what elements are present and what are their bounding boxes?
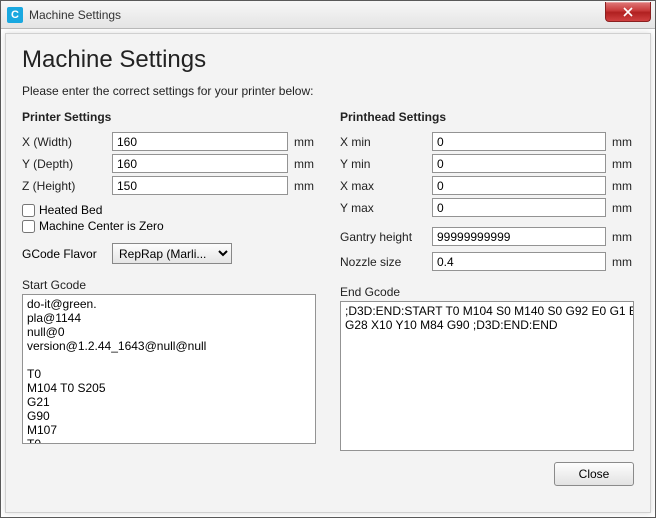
printer-settings-column: Printer Settings X (Width) mm Y (Depth) … bbox=[22, 110, 316, 454]
unit-mm: mm bbox=[288, 179, 316, 193]
unit-mm: mm bbox=[606, 179, 634, 193]
unit-mm: mm bbox=[606, 135, 634, 149]
center-zero-checkbox[interactable] bbox=[22, 220, 35, 233]
y-depth-label: Y (Depth) bbox=[22, 157, 112, 171]
instruction-text: Please enter the correct settings for yo… bbox=[22, 84, 634, 98]
end-gcode-label: End Gcode bbox=[340, 285, 634, 299]
close-icon bbox=[623, 7, 633, 17]
machine-settings-dialog: C Machine Settings Machine Settings Plea… bbox=[0, 0, 656, 518]
heated-bed-label: Heated Bed bbox=[39, 203, 102, 217]
ymax-input[interactable] bbox=[432, 198, 606, 217]
y-depth-input[interactable] bbox=[112, 154, 288, 173]
footer: Close bbox=[22, 454, 634, 486]
z-height-input[interactable] bbox=[112, 176, 288, 195]
page-heading: Machine Settings bbox=[22, 46, 634, 74]
printhead-settings-column: Printhead Settings X min mm Y min mm X m… bbox=[340, 110, 634, 454]
end-gcode-textarea[interactable] bbox=[340, 301, 634, 451]
gcode-flavor-label: GCode Flavor bbox=[22, 247, 112, 261]
unit-mm: mm bbox=[606, 157, 634, 171]
content-area: Machine Settings Please enter the correc… bbox=[5, 33, 651, 513]
xmin-input[interactable] bbox=[432, 132, 606, 151]
nozzle-size-label: Nozzle size bbox=[340, 255, 432, 269]
unit-mm: mm bbox=[288, 157, 316, 171]
unit-mm: mm bbox=[606, 230, 634, 244]
gantry-height-label: Gantry height bbox=[340, 230, 432, 244]
heated-bed-checkbox[interactable] bbox=[22, 204, 35, 217]
ymax-label: Y max bbox=[340, 201, 432, 215]
close-button[interactable]: Close bbox=[554, 462, 634, 486]
printhead-settings-header: Printhead Settings bbox=[340, 110, 634, 124]
ymin-label: Y min bbox=[340, 157, 432, 171]
x-width-label: X (Width) bbox=[22, 135, 112, 149]
unit-mm: mm bbox=[288, 135, 316, 149]
unit-mm: mm bbox=[606, 255, 634, 269]
z-height-label: Z (Height) bbox=[22, 179, 112, 193]
ymin-input[interactable] bbox=[432, 154, 606, 173]
center-zero-label: Machine Center is Zero bbox=[39, 219, 164, 233]
window-title: Machine Settings bbox=[29, 8, 121, 22]
window-close-button[interactable] bbox=[605, 2, 651, 22]
gantry-height-input[interactable] bbox=[432, 227, 606, 246]
xmin-label: X min bbox=[340, 135, 432, 149]
unit-mm: mm bbox=[606, 201, 634, 215]
x-width-input[interactable] bbox=[112, 132, 288, 151]
nozzle-size-input[interactable] bbox=[432, 252, 606, 271]
titlebar: C Machine Settings bbox=[1, 1, 655, 29]
xmax-input[interactable] bbox=[432, 176, 606, 195]
start-gcode-textarea[interactable] bbox=[22, 294, 316, 444]
app-icon: C bbox=[7, 7, 23, 23]
xmax-label: X max bbox=[340, 179, 432, 193]
gcode-flavor-select[interactable]: RepRap (Marli... bbox=[112, 243, 232, 264]
start-gcode-label: Start Gcode bbox=[22, 278, 316, 292]
printer-settings-header: Printer Settings bbox=[22, 110, 316, 124]
